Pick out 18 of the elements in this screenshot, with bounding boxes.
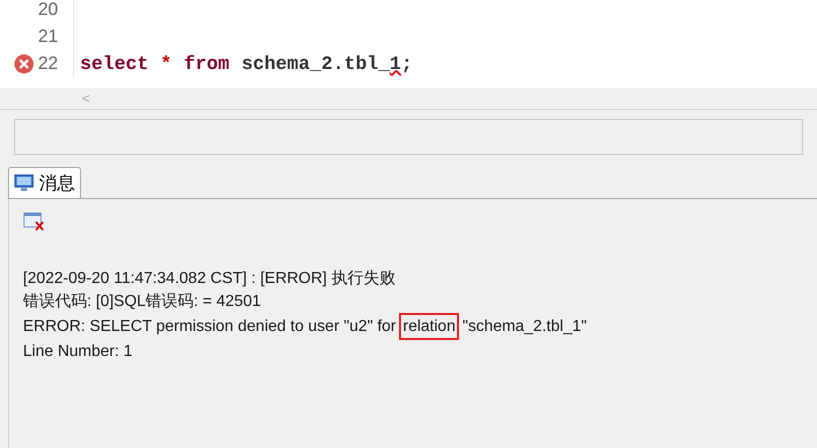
line-number: 21 <box>38 22 74 50</box>
code-token: select <box>80 52 148 76</box>
monitor-icon <box>14 174 34 192</box>
code-token: * <box>160 52 172 76</box>
message-text: [2022-09-20 11:47:34.082 CST] : [ERROR] 执行失败 <box>23 268 396 289</box>
message-text: ERROR: SELECT permission denied to user "u2" for <box>23 317 396 337</box>
code-token: schema_2.tbl_ <box>241 52 390 76</box>
message-text: 错误代码: [0]SQL错误码: = 42501 <box>23 292 261 312</box>
code-token: from <box>184 52 230 76</box>
line-number: 22 <box>38 50 74 78</box>
code-token: ; <box>401 52 412 76</box>
tab[interactable]: 消息 <box>8 167 81 198</box>
code-token: 1 <box>390 52 402 76</box>
line-number: 20 <box>38 0 74 22</box>
clear-log-icon[interactable] <box>23 211 45 231</box>
message-text: Line Number: 1 <box>23 342 132 362</box>
message-text: "schema_2.tbl_1" <box>462 317 587 337</box>
highlighted-word: relation <box>399 313 460 340</box>
